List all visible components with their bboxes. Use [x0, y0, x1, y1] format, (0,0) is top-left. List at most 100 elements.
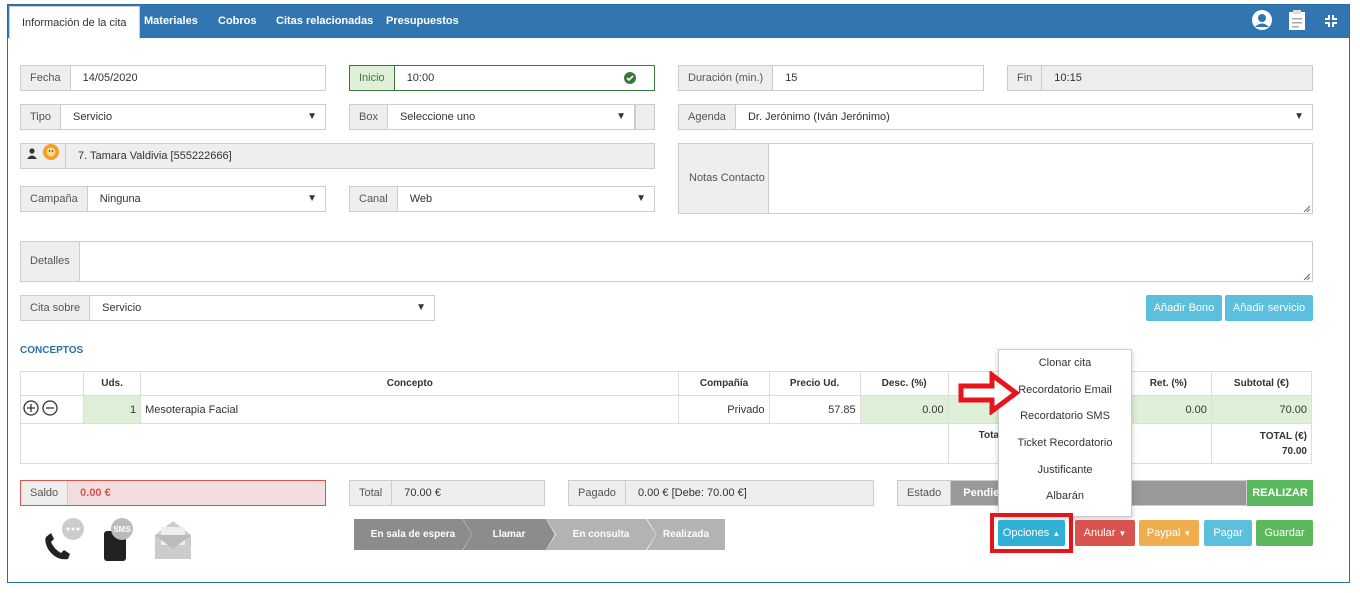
- table-header-subtotal: Subtotal (€): [1210, 371, 1313, 396]
- menu-item-ticket-recordatorio[interactable]: Ticket Recordatorio: [999, 430, 1131, 457]
- detalles-textarea[interactable]: [80, 242, 1312, 281]
- opciones-button[interactable]: Opciones ▲: [998, 520, 1065, 546]
- anadir-servicio-button[interactable]: Añadir servicio: [1225, 295, 1313, 321]
- total-value: 70.00: [1281, 445, 1307, 457]
- tab-materiales[interactable]: Materiales: [144, 5, 198, 38]
- pagado-field: Pagado 0.00 € [Debe: 70.00 €]: [568, 480, 874, 506]
- person-icon: [27, 144, 37, 168]
- table-header-ret: Ret. (%): [1124, 371, 1212, 396]
- agenda-value[interactable]: Dr. Jerónimo (Iván Jerónimo): [736, 105, 1312, 129]
- fin-label: Fin: [1008, 66, 1043, 90]
- canal-select[interactable]: Canal Web ▼: [349, 186, 655, 212]
- opciones-label: Opciones: [1002, 527, 1050, 539]
- row-uds[interactable]: 1: [83, 395, 142, 424]
- resize-grip-icon[interactable]: [1302, 272, 1310, 280]
- total-cell: TOTAL (€) 70.00: [1210, 423, 1313, 464]
- agenda-select[interactable]: Agenda Dr. Jerónimo (Iván Jerónimo) ▼: [678, 104, 1313, 130]
- box-addon: [635, 104, 655, 130]
- step-sala-espera[interactable]: En sala de espera: [354, 519, 472, 550]
- conceptos-title: CONCEPTOS: [20, 345, 84, 356]
- total-summary-label: Total: [350, 481, 393, 505]
- tab-informacion[interactable]: Información de la cita: [9, 6, 140, 39]
- tipo-select[interactable]: Tipo Servicio ▼: [20, 104, 326, 130]
- row-concepto[interactable]: Mesoterapia Facial: [140, 395, 680, 424]
- menu-item-albaran[interactable]: Albarán: [999, 483, 1131, 510]
- fin-value: 10:15: [1042, 66, 1312, 90]
- row-precio[interactable]: 57.85: [768, 395, 861, 424]
- row-subtotal: 70.00: [1210, 395, 1313, 424]
- anular-button[interactable]: Anular ▼: [1075, 520, 1135, 546]
- remove-row-icon[interactable]: [42, 400, 58, 419]
- anadir-bono-button[interactable]: Añadir Bono: [1146, 295, 1222, 321]
- cita-sobre-value[interactable]: Servicio: [90, 296, 434, 320]
- clipboard-icon[interactable]: [1288, 9, 1306, 34]
- notas-contacto-textarea[interactable]: [769, 144, 1312, 213]
- row-actions: [19, 395, 85, 424]
- chevron-down-icon: ▼: [307, 193, 317, 204]
- box-value[interactable]: Seleccione uno: [388, 105, 634, 129]
- duracion-value[interactable]: 15: [773, 66, 983, 90]
- contacto-addon: [21, 143, 66, 168]
- paypal-button[interactable]: Paypal ▼: [1139, 520, 1199, 546]
- guardar-button[interactable]: Guardar: [1256, 520, 1313, 546]
- table-header-uds: Uds.: [83, 371, 142, 396]
- box-label: Box: [350, 105, 388, 129]
- menu-item-justificante[interactable]: Justificante: [999, 457, 1131, 484]
- appointment-panel: Información de la cita Materiales Cobros…: [7, 4, 1350, 583]
- campana-select[interactable]: Campaña Ninguna ▼: [20, 186, 326, 212]
- row-compania: Privado: [678, 395, 770, 424]
- tipo-value[interactable]: Servicio: [61, 105, 325, 129]
- table-header-compania: Compañía: [678, 371, 770, 396]
- step-en-consulta[interactable]: En consulta: [546, 519, 656, 550]
- inicio-value[interactable]: 10:00: [395, 66, 654, 90]
- pagar-button[interactable]: Pagar: [1204, 520, 1252, 546]
- compress-icon[interactable]: [1324, 14, 1338, 31]
- inicio-field[interactable]: Inicio 10:00: [349, 65, 655, 91]
- table-header-concepto: Concepto: [140, 371, 680, 396]
- tab-citas-relacionadas[interactable]: Citas relacionadas: [276, 5, 373, 38]
- pagado-value: 0.00 € [Debe: 70.00 €]: [625, 481, 873, 505]
- notas-contacto-label: Notas Contacto: [679, 144, 769, 213]
- row-desc[interactable]: 0.00: [859, 395, 949, 424]
- box-select[interactable]: Box Seleccione uno ▼: [349, 104, 635, 130]
- add-row-icon[interactable]: [23, 400, 42, 419]
- phone-call-icon[interactable]: [42, 517, 88, 564]
- contacto-value: 7. Tamara Valdivia [555222666]: [66, 144, 654, 168]
- total-label: TOTAL (€): [1259, 430, 1307, 442]
- tab-bar: Información de la cita Materiales Cobros…: [8, 5, 1349, 39]
- table-header-precio: Precio Ud.: [768, 371, 861, 396]
- contacto-field[interactable]: 7. Tamara Valdivia [555222666]: [20, 143, 655, 169]
- caret-down-icon: ▼: [1183, 529, 1192, 538]
- campana-value[interactable]: Ninguna: [88, 187, 325, 211]
- canal-value[interactable]: Web: [398, 187, 654, 211]
- agenda-label: Agenda: [679, 105, 736, 129]
- tab-presupuestos[interactable]: Presupuestos: [386, 5, 459, 38]
- fecha-value[interactable]: 14/05/2020: [71, 66, 325, 90]
- email-envelope-icon[interactable]: [153, 517, 193, 564]
- row-ret[interactable]: 0.00: [1124, 395, 1212, 424]
- saldo-field: Saldo 0.00 €: [20, 480, 326, 506]
- fecha-label: Fecha: [21, 66, 71, 90]
- chevron-down-icon: ▼: [1294, 111, 1304, 122]
- realizar-button[interactable]: REALIZAR: [1247, 480, 1313, 506]
- saldo-label: Saldo: [21, 481, 69, 505]
- user-icon[interactable]: [1251, 9, 1273, 34]
- tab-cobros[interactable]: Cobros: [218, 5, 257, 38]
- cita-sobre-select[interactable]: Cita sobre Servicio ▼: [20, 295, 435, 321]
- notas-contacto-field[interactable]: Notas Contacto: [678, 143, 1313, 214]
- duracion-field[interactable]: Duración (min.) 15: [678, 65, 984, 91]
- sms-icon[interactable]: SMS: [102, 517, 138, 564]
- detalles-field[interactable]: Detalles: [20, 241, 1313, 282]
- anular-label: Anular: [1083, 527, 1116, 539]
- step-realizada[interactable]: Realizada: [647, 519, 725, 550]
- canal-label: Canal: [350, 187, 398, 211]
- saldo-value: 0.00 €: [68, 481, 325, 505]
- step-llamar[interactable]: Llamar: [463, 519, 555, 550]
- table-header-actions: [19, 371, 85, 396]
- check-circle-icon: [624, 72, 636, 87]
- total-field: Total 70.00 €: [349, 480, 545, 506]
- fecha-field[interactable]: Fecha 14/05/2020: [20, 65, 326, 91]
- total-spacer: [20, 423, 949, 464]
- resize-grip-icon[interactable]: [1302, 204, 1310, 212]
- chevron-down-icon: ▼: [616, 111, 626, 122]
